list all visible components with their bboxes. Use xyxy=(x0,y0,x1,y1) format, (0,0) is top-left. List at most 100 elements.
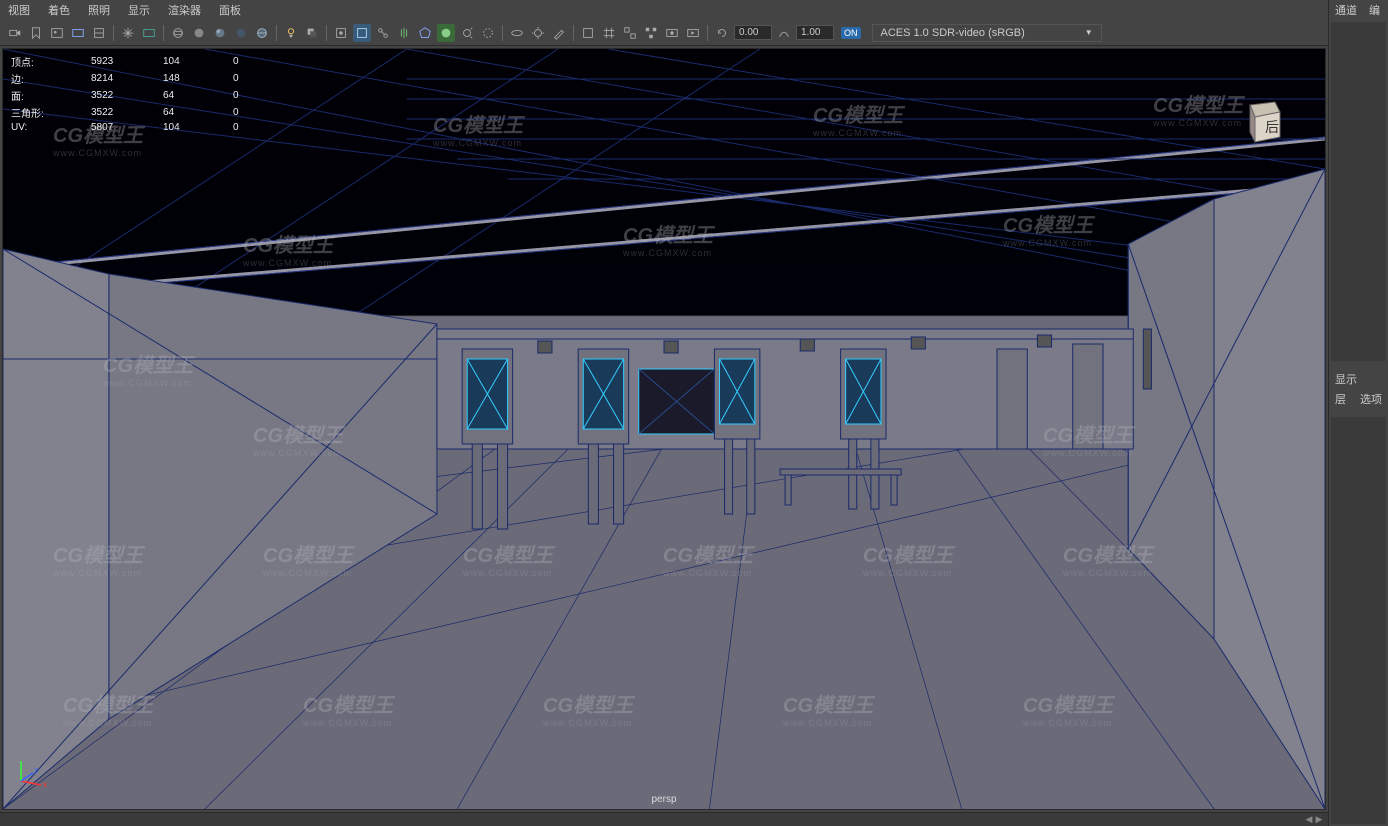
stats-value: 3522 xyxy=(91,87,163,104)
grease-pencil-icon[interactable] xyxy=(550,24,568,42)
resolution-gate-icon[interactable] xyxy=(140,24,158,42)
stats-label: UV: xyxy=(11,121,91,134)
xray-icon[interactable] xyxy=(353,24,371,42)
stats-row: 边:82141480 xyxy=(11,70,273,87)
stats-row: UV:58071040 xyxy=(11,121,273,134)
toolbar-separator xyxy=(326,25,327,41)
refresh-icon[interactable] xyxy=(713,24,731,42)
grid-icon[interactable] xyxy=(119,24,137,42)
toolbar-separator xyxy=(707,25,708,41)
stats-label: 面: xyxy=(11,87,91,104)
menu-show[interactable]: 显示 xyxy=(128,2,150,18)
toolbar-separator xyxy=(573,25,574,41)
axis-gizmo: x z xyxy=(11,751,51,791)
isolate-select-icon[interactable] xyxy=(332,24,350,42)
stats-value: 0 xyxy=(233,87,273,104)
label-display[interactable]: 显示 xyxy=(1335,371,1357,387)
menu-shading[interactable]: 着色 xyxy=(48,2,70,18)
channel-box-empty xyxy=(1331,22,1386,361)
view-cube[interactable]: 后 xyxy=(1235,97,1285,147)
label-options[interactable]: 选项 xyxy=(1360,391,1382,407)
stats-value: 5923 xyxy=(91,53,163,70)
snap-curve-icon[interactable] xyxy=(621,24,639,42)
main-area: 视图 着色 照明 显示 渲染器 面板 xyxy=(0,0,1328,826)
stats-value: 3522 xyxy=(91,104,163,121)
right-panel-tabs: 通道 编 xyxy=(1329,0,1388,20)
stats-value: 104 xyxy=(163,121,233,134)
bookmark-icon[interactable] xyxy=(27,24,45,42)
ipr-icon[interactable] xyxy=(684,24,702,42)
tab-edit[interactable]: 编 xyxy=(1369,2,1380,18)
stats-row: 顶点:59231040 xyxy=(11,53,273,70)
stats-value: 0 xyxy=(233,53,273,70)
viewport-menu-bar: 视图 着色 照明 显示 渲染器 面板 xyxy=(0,0,1328,20)
smooth-shade-icon[interactable] xyxy=(190,24,208,42)
viewport-container: CG模型王www.CGMXW.com CG模型王www.CGMXW.com CG… xyxy=(2,48,1326,810)
xray-joints-icon[interactable] xyxy=(374,24,392,42)
layer-editor-empty xyxy=(1331,417,1386,824)
shadows-icon[interactable] xyxy=(303,24,321,42)
scroll-right-icon[interactable]: ▶ xyxy=(1314,815,1324,825)
render-icon[interactable] xyxy=(663,24,681,42)
scene-render: CG模型王www.CGMXW.com CG模型王www.CGMXW.com CG… xyxy=(3,49,1325,809)
multisample-icon[interactable] xyxy=(479,24,497,42)
tab-channel[interactable]: 通道 xyxy=(1335,2,1357,18)
stats-value: 104 xyxy=(163,53,233,70)
use-lights-icon[interactable] xyxy=(232,24,250,42)
snap-grid-icon[interactable] xyxy=(600,24,618,42)
stats-label: 顶点: xyxy=(11,53,91,70)
textured-icon[interactable] xyxy=(211,24,229,42)
stats-value: 148 xyxy=(163,70,233,87)
toolbar-separator xyxy=(113,25,114,41)
menu-lighting[interactable]: 照明 xyxy=(88,2,110,18)
lights-icon[interactable] xyxy=(282,24,300,42)
stats-row: 面:3522640 xyxy=(11,87,273,104)
gate-mask-icon[interactable] xyxy=(90,24,108,42)
color-space-label: ACES 1.0 SDR-video (sRGB) xyxy=(881,27,1025,39)
select-camera-icon[interactable] xyxy=(6,24,24,42)
snap-icon[interactable] xyxy=(579,24,597,42)
viewport-toolbar: 0.00 1.00 ON ACES 1.0 SDR-video (sRGB) xyxy=(0,20,1328,46)
poly-stats-hud: 顶点:59231040边:82141480面:3522640三角形:352264… xyxy=(11,53,273,134)
stats-value: 0 xyxy=(233,104,273,121)
color-mgmt-badge[interactable]: ON xyxy=(841,27,861,39)
image-plane-icon[interactable] xyxy=(48,24,66,42)
viewport[interactable]: CG模型王www.CGMXW.com CG模型王www.CGMXW.com CG… xyxy=(3,49,1325,809)
dof-icon[interactable] xyxy=(508,24,526,42)
exposure-field[interactable]: 0.00 xyxy=(734,25,772,40)
svg-text:x: x xyxy=(43,780,47,789)
motion-blur-icon[interactable] xyxy=(458,24,476,42)
right-panel: 通道 编 显示 层 选项 xyxy=(1328,0,1388,826)
gamma-icon[interactable] xyxy=(775,24,793,42)
bottom-scrollbar[interactable]: ◀ ▶ xyxy=(0,812,1328,826)
toolbar-separator xyxy=(502,25,503,41)
ao-icon[interactable] xyxy=(437,24,455,42)
exposure-icon[interactable] xyxy=(529,24,547,42)
gamma-field[interactable]: 1.00 xyxy=(796,25,834,40)
scroll-left-icon[interactable]: ◀ xyxy=(1304,815,1314,825)
stats-label: 三角形: xyxy=(11,104,91,121)
menu-view[interactable]: 视图 xyxy=(8,2,30,18)
xgen-icon[interactable] xyxy=(395,24,413,42)
menu-panels[interactable]: 面板 xyxy=(219,2,241,18)
stats-table: 顶点:59231040边:82141480面:3522640三角形:352264… xyxy=(11,53,273,134)
menu-renderer[interactable]: 渲染器 xyxy=(168,2,201,18)
polygons-icon[interactable] xyxy=(416,24,434,42)
stats-value: 5807 xyxy=(91,121,163,134)
wireframe-icon[interactable] xyxy=(169,24,187,42)
svg-text:z: z xyxy=(34,766,38,775)
snap-point-icon[interactable] xyxy=(642,24,660,42)
stats-value: 0 xyxy=(233,121,273,134)
film-gate-icon[interactable] xyxy=(69,24,87,42)
toolbar-separator xyxy=(276,25,277,41)
label-layer[interactable]: 层 xyxy=(1335,391,1346,407)
layer-section-header: 显示 层 选项 xyxy=(1329,363,1388,415)
view-cube-label: 后 xyxy=(1265,119,1279,135)
color-space-dropdown[interactable]: ACES 1.0 SDR-video (sRGB) xyxy=(872,24,1102,42)
scene-wireframe xyxy=(3,49,1325,809)
stats-row: 三角形:3522640 xyxy=(11,104,273,121)
stats-label: 边: xyxy=(11,70,91,87)
wireframe-on-shaded-icon[interactable] xyxy=(253,24,271,42)
toolbar-separator xyxy=(163,25,164,41)
stats-value: 64 xyxy=(163,104,233,121)
